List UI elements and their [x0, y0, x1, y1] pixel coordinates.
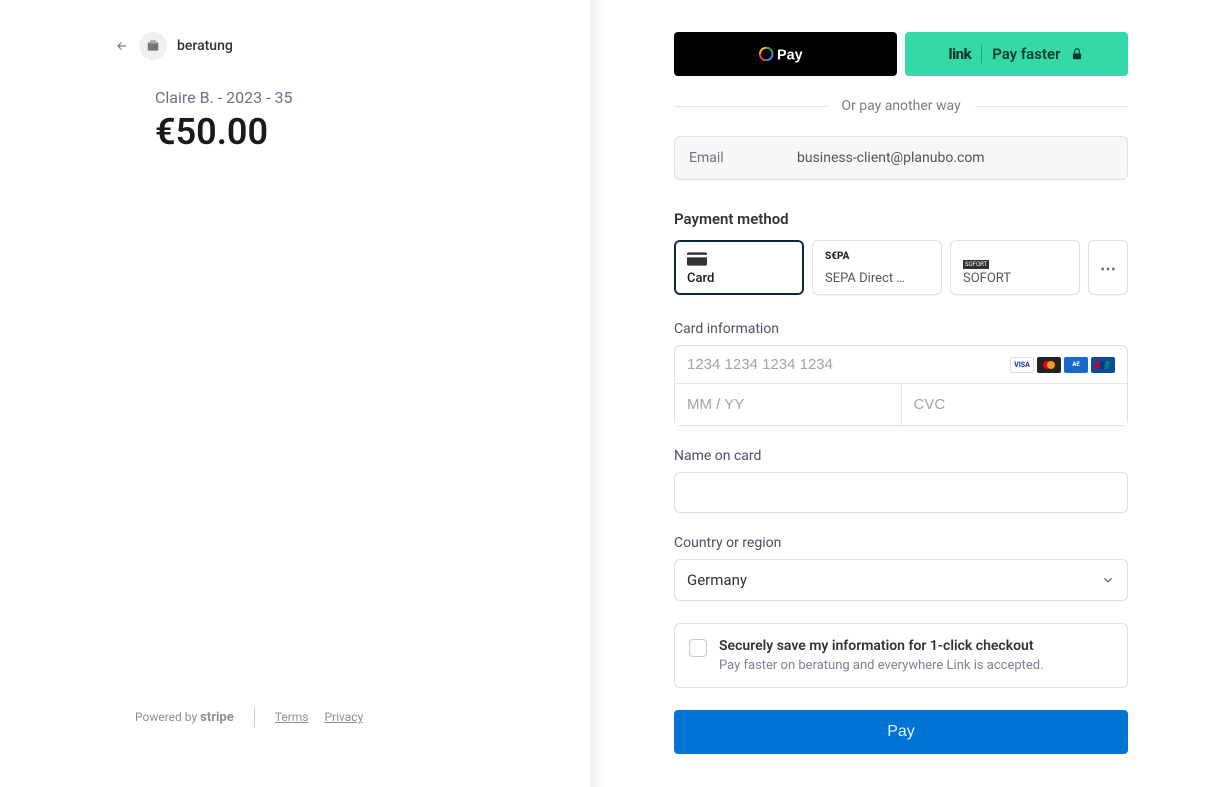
payment-tab-sepa-label: SEPA Direct … — [825, 271, 929, 286]
payment-tab-sepa[interactable]: S€PA SEPA Direct … — [812, 240, 942, 295]
payment-tab-card-label: Card — [687, 271, 791, 286]
email-label: Email — [689, 150, 797, 166]
link-logo: link — [949, 45, 972, 63]
save-info-box: Securely save my information for 1-click… — [674, 623, 1128, 688]
stripe-logo: stripe — [200, 710, 234, 725]
chevron-down-icon — [1101, 573, 1115, 587]
save-info-title: Securely save my information for 1-click… — [719, 638, 1044, 654]
mastercard-icon — [1037, 357, 1061, 373]
amex-icon: AE — [1064, 357, 1088, 373]
payment-tab-sofort-label: SOFORT — [963, 271, 1067, 286]
sofort-icon: SOFORT — [963, 251, 1067, 265]
product-price: €50.00 — [155, 111, 570, 153]
lock-icon — [1070, 47, 1084, 61]
merchant-logo — [139, 32, 167, 60]
product-description: Claire B. - 2023 - 35 — [155, 88, 570, 107]
terms-link[interactable]: Terms — [275, 710, 309, 724]
country-label: Country or region — [674, 535, 1128, 551]
country-value: Germany — [687, 571, 747, 589]
divider-label: Or pay another way — [841, 98, 960, 114]
merchant-name: beratung — [177, 38, 233, 54]
link-pay-label: Pay faster — [992, 45, 1060, 63]
card-number-input[interactable] — [687, 356, 1010, 373]
card-brand-icons: VISA AE — [1010, 357, 1115, 373]
alternative-pay-divider: Or pay another way — [674, 98, 1128, 114]
panel-divider-shadow — [590, 0, 604, 787]
card-icon — [687, 251, 791, 265]
card-info-label: Card information — [674, 321, 1128, 337]
card-expiry-input[interactable] — [675, 384, 902, 425]
payment-tab-sofort[interactable]: SOFORT SOFORT — [950, 240, 1080, 295]
save-info-subtitle: Pay faster on beratung and everywhere Li… — [719, 658, 1044, 673]
payment-tab-card[interactable]: Card — [674, 240, 804, 295]
payment-method-title: Payment method — [674, 210, 1128, 228]
ellipsis-icon: ⋯ — [1100, 259, 1116, 278]
svg-text:Pay: Pay — [777, 47, 803, 63]
google-pay-button[interactable]: Pay — [674, 32, 897, 76]
unionpay-icon — [1091, 357, 1115, 373]
email-value: business-client@planubo.com — [797, 150, 985, 166]
merchant-header: beratung — [115, 32, 570, 60]
name-on-card-input[interactable] — [674, 472, 1128, 513]
payment-tab-more[interactable]: ⋯ — [1088, 240, 1128, 295]
back-arrow-icon[interactable] — [115, 39, 129, 53]
save-info-checkbox[interactable] — [689, 639, 707, 657]
footer: Powered by stripe Terms Privacy — [135, 707, 570, 727]
order-summary-panel: beratung Claire B. - 2023 - 35 €50.00 Po… — [0, 0, 590, 787]
powered-by-label: Powered by stripe — [135, 710, 234, 725]
visa-icon: VISA — [1010, 357, 1034, 373]
sepa-icon: S€PA — [825, 251, 929, 265]
payment-form-panel: Pay link Pay faster Or pay another way E… — [604, 0, 1208, 787]
country-select[interactable]: Germany — [674, 559, 1128, 601]
pay-button[interactable]: Pay — [674, 710, 1128, 754]
email-display: Email business-client@planubo.com — [674, 136, 1128, 180]
name-on-card-label: Name on card — [674, 448, 1128, 464]
google-pay-icon: Pay — [759, 43, 813, 65]
card-cvc-input[interactable] — [902, 384, 1128, 425]
link-separator — [981, 45, 982, 63]
link-pay-button[interactable]: link Pay faster — [905, 32, 1128, 76]
privacy-link[interactable]: Privacy — [324, 710, 363, 724]
footer-divider — [254, 707, 255, 727]
